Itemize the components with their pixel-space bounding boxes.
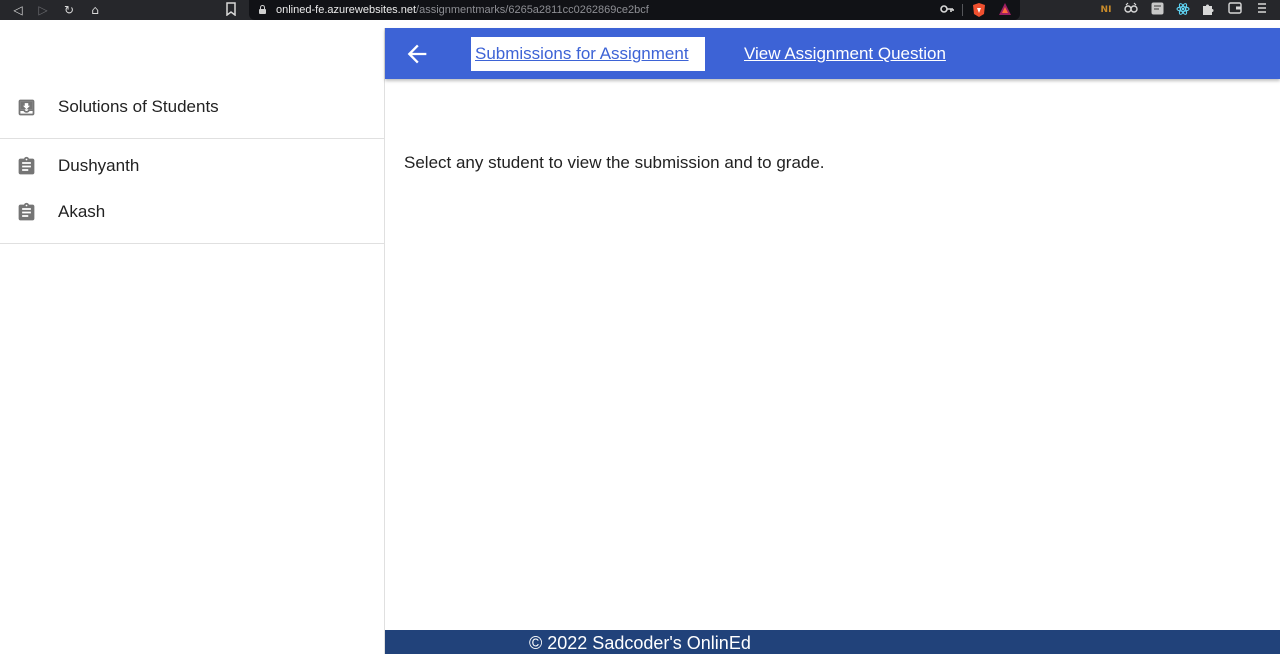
sidebar-section-title: Solutions of Students [58,97,219,116]
bookmark-icon[interactable] [223,2,239,18]
puzzle-icon[interactable] [1200,2,1216,18]
sidebar: Solutions of Students Dushyanth Akash [0,28,385,654]
menu-icon[interactable] [1254,2,1270,18]
student-name: Dushyanth [58,156,140,175]
brave-shield-icon[interactable] [971,2,987,18]
divider [0,138,384,139]
instruction-message: Select any student to view the submissio… [404,153,825,172]
back-button[interactable] [403,40,431,68]
forward-icon[interactable]: ▷ [35,2,51,18]
extension-note-icon[interactable] [1149,2,1165,18]
react-devtools-icon[interactable] [1175,2,1191,18]
footer: © 2022 Sadcoder's OnlinEd [385,630,1280,654]
url-text: onlined-fe.azurewebsites.net/assignmentm… [276,3,649,17]
tab-view-question[interactable]: View Assignment Question [744,44,946,64]
reload-icon[interactable]: ↻ [61,2,77,18]
clipboard-icon [18,156,35,175]
brave-rewards-icon[interactable] [997,2,1013,18]
divider [0,243,384,244]
download-box-icon [18,99,35,116]
back-icon[interactable]: ◁ [10,2,26,18]
separator [962,4,963,16]
sidebar-item-student[interactable]: Dushyanth [0,144,384,190]
footer-copyright: © 2022 Sadcoder's OnlinEd [529,633,751,653]
extension-ni-icon[interactable]: NI [1098,2,1114,18]
tab-submissions-label: Submissions for Assignment [475,44,689,63]
app-header: Submissions for Assignment View Assignme… [385,28,1280,79]
wallet-icon[interactable] [1227,2,1243,18]
clipboard-icon [18,202,35,221]
sidebar-item-solutions[interactable]: Solutions of Students [0,85,384,131]
lock-icon [259,5,266,14]
home-icon[interactable]: ⌂ [87,2,103,18]
url-path: /assignmentmarks/6265a2811cc0262869ce2bc… [416,4,649,16]
address-bar[interactable]: onlined-fe.azurewebsites.net/assignmentm… [249,0,1020,20]
extension-glasses-icon[interactable] [1123,2,1139,18]
arrow-left-icon [407,44,427,64]
browser-toolbar: ◁ ▷ ↻ ⌂ onlined-fe.azurewebsites.net/ass… [0,0,1280,20]
url-host: onlined-fe.azurewebsites.net [276,4,417,16]
student-name: Akash [58,202,106,221]
sidebar-item-student[interactable]: Akash [0,190,384,236]
tab-submissions[interactable]: Submissions for Assignment [471,37,705,71]
key-icon[interactable] [939,2,955,18]
